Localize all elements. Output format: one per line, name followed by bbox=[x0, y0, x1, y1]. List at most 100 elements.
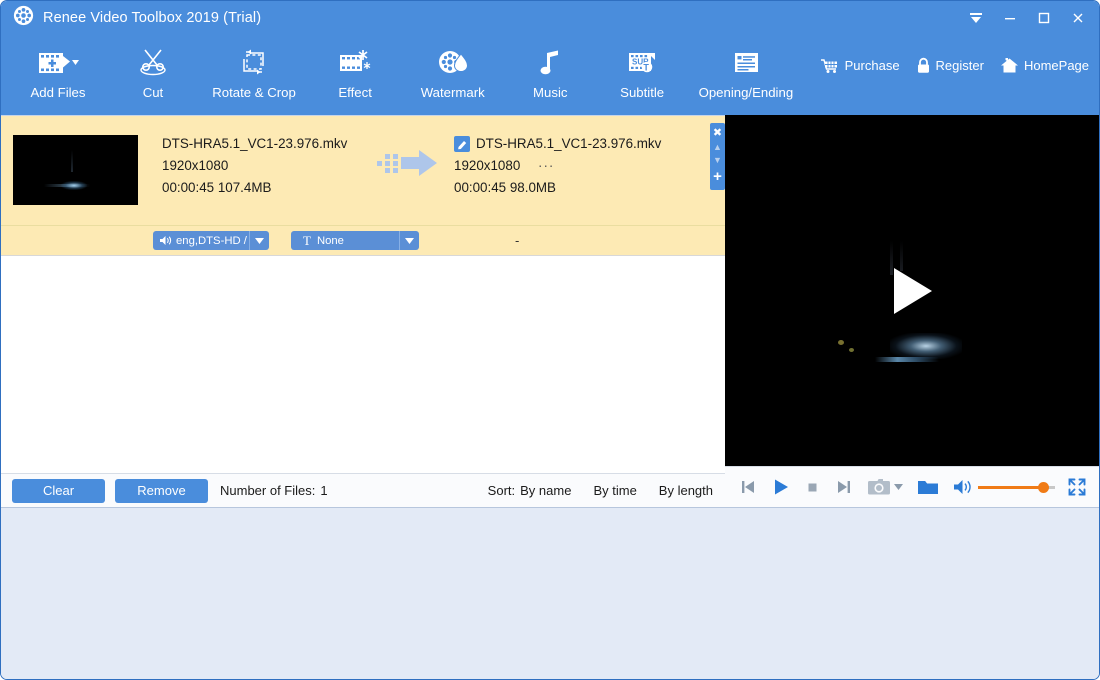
skip-previous-icon[interactable] bbox=[739, 478, 757, 496]
target-file-info: DTS-HRA5.1_VC1-23.976.mkv 1920x1080 ··· … bbox=[454, 116, 725, 225]
toolbar-item-opening-ending[interactable]: Opening/Ending bbox=[688, 34, 804, 100]
number-of-files-value: 1 bbox=[320, 483, 328, 498]
player-controls bbox=[725, 466, 1099, 507]
stop-icon[interactable] bbox=[805, 479, 821, 495]
file-list-toolbar: Clear Remove Number of Files: 1 Sort: By… bbox=[1, 473, 725, 507]
menu-dropdown-button[interactable] bbox=[959, 4, 993, 32]
sort-controls: Sort: By name By time By length bbox=[488, 483, 725, 498]
item-controls: ✖ ▲ ▼ + bbox=[710, 123, 725, 190]
sort-label: Sort: bbox=[487, 483, 516, 498]
lock-icon bbox=[916, 57, 931, 74]
file-list[interactable]: DTS-HRA5.1_VC1-23.976.mkv 1920x1080 00:0… bbox=[1, 116, 725, 474]
target-more-button[interactable]: ··· bbox=[538, 158, 554, 173]
toolbar-label: Add Files bbox=[30, 85, 86, 100]
folder-icon[interactable] bbox=[917, 478, 939, 496]
opening-ending-icon bbox=[730, 43, 762, 83]
speaker-icon bbox=[160, 236, 172, 245]
sort-by-time[interactable]: By time bbox=[593, 483, 636, 498]
video-thumbnail bbox=[13, 135, 138, 205]
toolbar-item-watermark[interactable]: Watermark bbox=[401, 34, 504, 100]
purchase-label: Purchase bbox=[844, 58, 900, 73]
audio-track-dropdown[interactable] bbox=[249, 231, 269, 250]
skip-next-icon[interactable] bbox=[835, 478, 853, 496]
camera-icon[interactable] bbox=[867, 478, 891, 497]
add-files-icon bbox=[37, 43, 79, 83]
source-resolution: 1920x1080 bbox=[162, 158, 229, 173]
subtitle-t-icon: T bbox=[303, 232, 311, 248]
extra-cell: - bbox=[515, 233, 520, 248]
toolbar-item-cut[interactable]: Cut bbox=[107, 34, 199, 100]
subtitle-track-pill[interactable]: T None bbox=[291, 231, 399, 250]
title-bar: Renee Video Toolbox 2019 (Trial) bbox=[1, 1, 1099, 34]
subtitle-track-dropdown[interactable] bbox=[399, 231, 419, 250]
video-preview[interactable] bbox=[725, 115, 1099, 466]
register-link[interactable]: Register bbox=[916, 57, 984, 74]
subtitle-icon: SUB T bbox=[626, 43, 658, 83]
file-track-row: eng,DTS-HD / T None - bbox=[1, 226, 725, 256]
close-button[interactable] bbox=[1061, 4, 1095, 32]
music-note-icon bbox=[537, 43, 563, 83]
edit-pencil-icon[interactable] bbox=[454, 136, 470, 152]
app-window: Renee Video Toolbox 2019 (Trial) Add Fil… bbox=[0, 0, 1100, 680]
homepage-link[interactable]: HomePage bbox=[1000, 57, 1089, 74]
svg-text:T: T bbox=[644, 63, 650, 73]
source-file-name: DTS-HRA5.1_VC1-23.976.mkv bbox=[162, 136, 348, 151]
fullscreen-icon[interactable] bbox=[1067, 477, 1087, 497]
minimize-button[interactable] bbox=[993, 4, 1027, 32]
remove-item-button[interactable]: ✖ bbox=[713, 128, 722, 139]
chevron-down-icon[interactable] bbox=[894, 484, 903, 490]
home-icon bbox=[1000, 57, 1019, 74]
move-up-button[interactable]: ▲ bbox=[713, 143, 722, 152]
target-duration-size: 00:00:45 98.0MB bbox=[454, 180, 556, 195]
audio-track-selector[interactable]: eng,DTS-HD / bbox=[153, 231, 269, 250]
move-down-button[interactable]: ▼ bbox=[713, 156, 722, 165]
sort-by-name[interactable]: By name bbox=[520, 483, 571, 498]
subtitle-track-label: None bbox=[316, 234, 344, 247]
toolbar-links: Purchase Register HomePage bbox=[804, 34, 1099, 74]
toolbar-item-subtitle[interactable]: SUB T Subtitle bbox=[596, 34, 688, 100]
settings-panel: Merge all files into one Enable GPU Acce… bbox=[1, 507, 1099, 679]
scissors-icon bbox=[137, 43, 169, 83]
audio-track-label: eng,DTS-HD / bbox=[176, 234, 247, 247]
purchase-link[interactable]: Purchase bbox=[820, 58, 900, 74]
source-duration-size: 00:00:45 107.4MB bbox=[162, 180, 272, 195]
watermark-icon bbox=[437, 43, 469, 83]
file-row[interactable]: DTS-HRA5.1_VC1-23.976.mkv 1920x1080 00:0… bbox=[1, 116, 725, 226]
window-controls bbox=[959, 4, 1095, 32]
toolbar-label: Effect bbox=[338, 85, 372, 100]
toolbar-label: Subtitle bbox=[620, 85, 665, 100]
toolbar-item-music[interactable]: Music bbox=[504, 34, 596, 100]
film-reel-icon bbox=[13, 5, 34, 31]
toolbar-item-effect[interactable]: Effect bbox=[309, 34, 401, 100]
effect-icon bbox=[338, 43, 372, 83]
toolbar-item-rotate-crop[interactable]: Rotate & Crop bbox=[199, 34, 309, 100]
source-file-info: DTS-HRA5.1_VC1-23.976.mkv 1920x1080 00:0… bbox=[162, 116, 362, 225]
add-item-button[interactable]: + bbox=[713, 169, 722, 184]
rotate-crop-icon bbox=[238, 43, 270, 83]
convert-arrow-icon bbox=[362, 116, 454, 225]
toolbar-label: Opening/Ending bbox=[698, 85, 794, 100]
audio-track-pill[interactable]: eng,DTS-HD / bbox=[153, 231, 249, 250]
remove-button[interactable]: Remove bbox=[115, 478, 208, 503]
toolbar-label: Cut bbox=[142, 85, 164, 100]
volume-slider-knob[interactable] bbox=[1038, 481, 1049, 493]
target-file-name: DTS-HRA5.1_VC1-23.976.mkv bbox=[476, 136, 662, 151]
homepage-label: HomePage bbox=[1023, 58, 1090, 73]
sort-by-length[interactable]: By length bbox=[659, 483, 713, 498]
speaker-icon[interactable] bbox=[953, 479, 972, 495]
shopping-cart-icon bbox=[820, 58, 840, 74]
maximize-button[interactable] bbox=[1027, 4, 1061, 32]
main-toolbar: Add Files Cut Rotate & Crop Effect Water… bbox=[1, 34, 1099, 115]
register-label: Register bbox=[935, 58, 984, 73]
target-resolution: 1920x1080 bbox=[454, 158, 521, 173]
volume-slider[interactable] bbox=[978, 481, 1055, 493]
toolbar-label: Rotate & Crop bbox=[212, 85, 296, 100]
window-title: Renee Video Toolbox 2019 (Trial) bbox=[43, 9, 262, 26]
clear-button[interactable]: Clear bbox=[12, 478, 105, 503]
subtitle-track-selector[interactable]: T None bbox=[291, 231, 419, 250]
toolbar-item-add-files[interactable]: Add Files bbox=[9, 34, 107, 100]
play-icon[interactable] bbox=[771, 477, 791, 497]
toolbar-label: Watermark bbox=[420, 85, 485, 100]
play-triangle-icon[interactable] bbox=[894, 267, 932, 314]
file-list-area: DTS-HRA5.1_VC1-23.976.mkv 1920x1080 00:0… bbox=[1, 115, 725, 507]
